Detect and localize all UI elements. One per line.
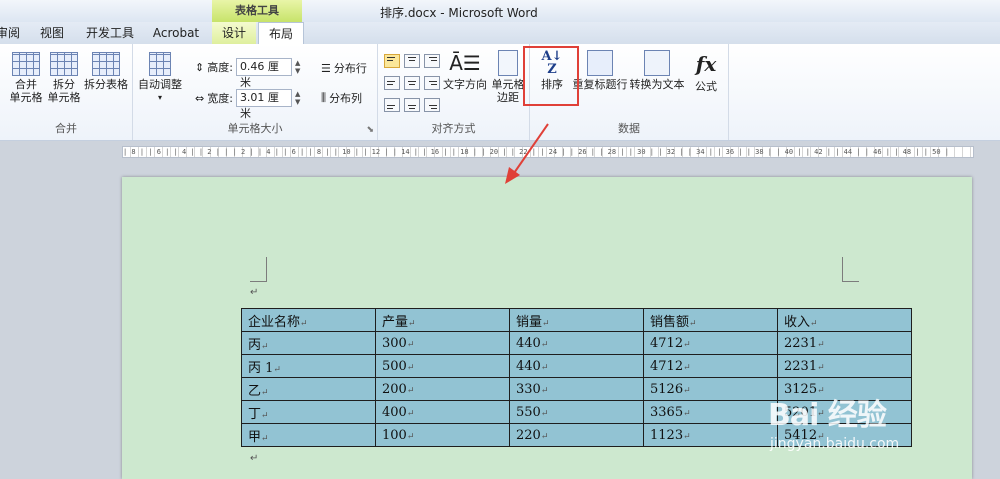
arrow-head — [505, 167, 520, 184]
baidu-watermark-url: jingyan.baidu.com — [770, 436, 900, 452]
arrow-shaft — [511, 123, 549, 177]
baidu-watermark-logo: Bai 经验 — [768, 398, 887, 433]
